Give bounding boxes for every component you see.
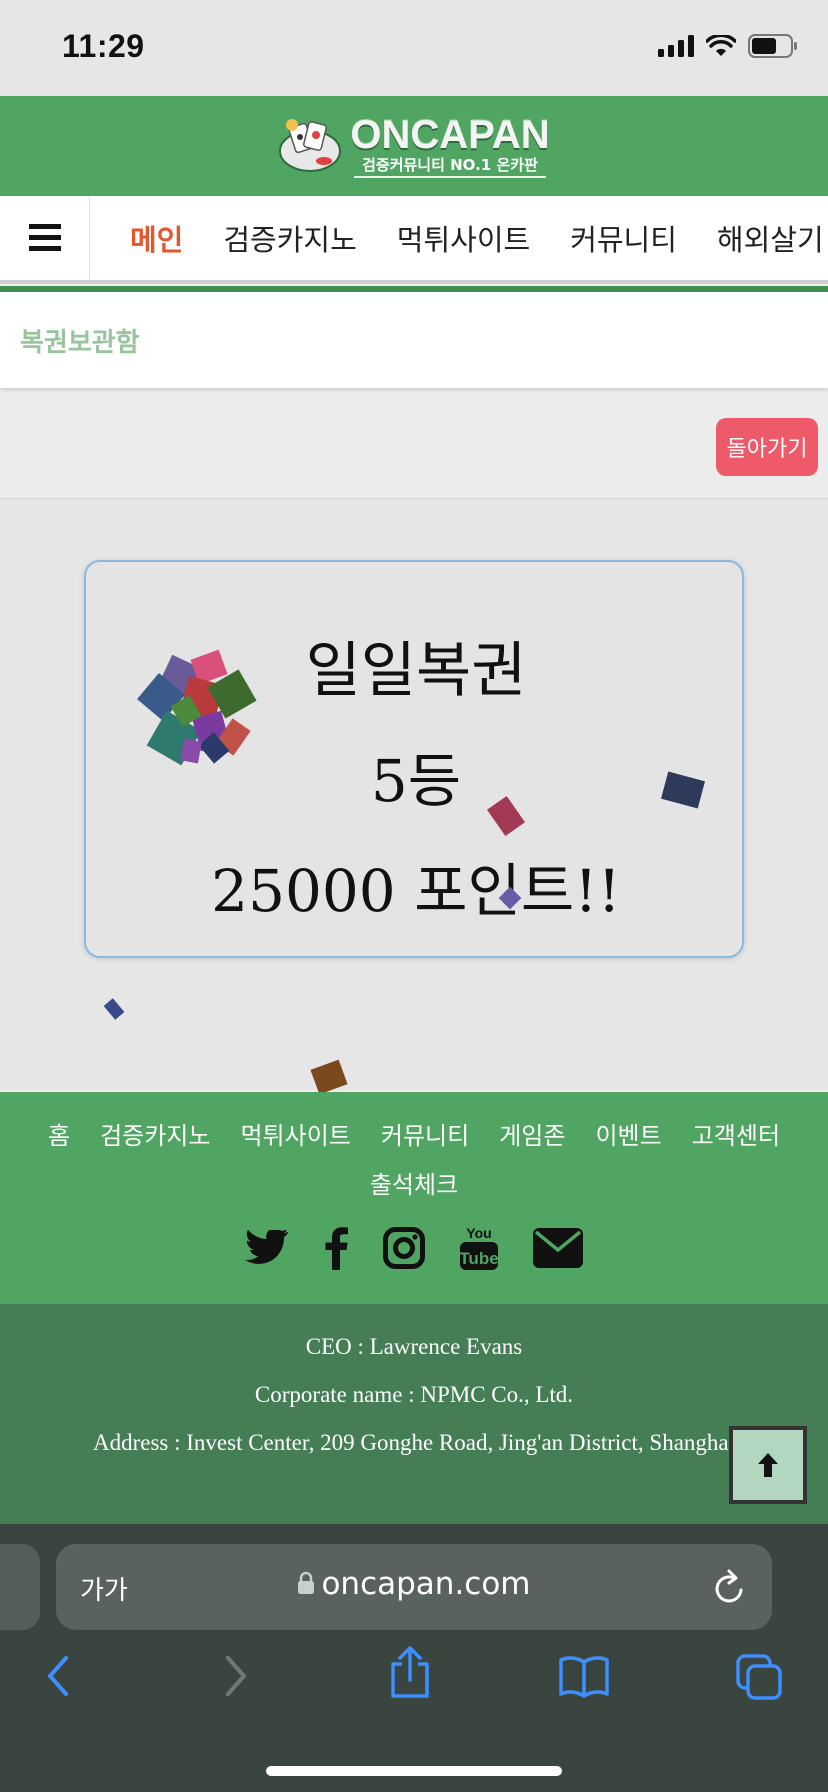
footer-link-attendance-check[interactable]: 출석체크 xyxy=(370,1165,458,1200)
facebook-icon[interactable] xyxy=(323,1226,349,1270)
bookmarks-icon[interactable] xyxy=(558,1654,610,1698)
nav-item-community[interactable]: 커뮤니티 xyxy=(570,217,677,259)
reload-icon[interactable] xyxy=(712,1568,748,1606)
hamburger-menu-button[interactable] xyxy=(0,196,90,280)
status-bar: 11:29 xyxy=(0,0,828,96)
url-text: oncapan.com xyxy=(56,1566,772,1602)
back-button[interactable]: 돌아가기 xyxy=(716,418,818,476)
footer-nav: 홈 검증카지노 먹튀사이트 커뮤니티 게임존 이벤트 고객센터 출석체크 You… xyxy=(0,1092,828,1304)
social-links: You Tube xyxy=(0,1224,828,1272)
svg-text:Tube: Tube xyxy=(459,1249,498,1268)
status-icons xyxy=(658,34,798,58)
footer-link-game-zone[interactable]: 게임존 xyxy=(499,1116,565,1151)
lottery-prize: 25000 포인트!! xyxy=(211,857,621,925)
scroll-to-top-button[interactable] xyxy=(729,1426,807,1504)
site-header: ONCAPAN 검증커뮤니티 NO.1 온카판 xyxy=(0,96,828,196)
footer-links: 홈 검증카지노 먹튀사이트 커뮤니티 게임존 이벤트 고객센터 출석체크 xyxy=(0,1116,828,1200)
lottery-result-card: 일일복권 5등 25000 포인트!! xyxy=(84,560,744,958)
nav-item-living-abroad[interactable]: 해외살기 xyxy=(717,217,824,259)
footer-link-verified-casino[interactable]: 검증카지노 xyxy=(100,1116,210,1151)
footer-link-customer-center[interactable]: 고객센터 xyxy=(692,1116,780,1151)
main-nav: 메인 검증카지노 먹튀사이트 커뮤니티 해외살기 xyxy=(0,196,828,284)
previous-tab-preview[interactable] xyxy=(0,1544,40,1630)
instagram-icon[interactable] xyxy=(383,1227,425,1269)
card-chips-logo-icon xyxy=(279,119,342,172)
cellular-signal-icon xyxy=(658,35,694,57)
logo-text: ONCAPAN xyxy=(350,113,550,157)
lock-icon xyxy=(298,1571,315,1594)
page-title-bar: 복권보관함 xyxy=(0,292,828,388)
wifi-icon xyxy=(706,35,736,56)
logo-subtitle: 검증커뮤니티 NO.1 온카판 xyxy=(354,156,546,178)
svg-text:You: You xyxy=(466,1225,491,1241)
nav-item-scam-sites[interactable]: 먹튀사이트 xyxy=(397,217,530,259)
hamburger-icon xyxy=(28,224,61,251)
browser-toolbar xyxy=(0,1646,828,1718)
footer-link-home[interactable]: 홈 xyxy=(48,1116,70,1151)
lottery-title: 일일복권 xyxy=(305,636,527,706)
youtube-icon[interactable]: You Tube xyxy=(459,1224,499,1272)
page-title: 복권보관함 xyxy=(20,328,140,358)
address-info: Address : Invest Center, 209 Gonghe Road… xyxy=(92,1430,735,1455)
share-icon[interactable] xyxy=(388,1646,432,1698)
mail-icon[interactable] xyxy=(533,1228,583,1268)
nav-item-main[interactable]: 메인 xyxy=(130,217,183,259)
tabs-icon[interactable] xyxy=(736,1654,784,1702)
ceo-info: CEO : Lawrence Evans xyxy=(305,1334,523,1359)
address-bar[interactable]: 가가 oncapan.com xyxy=(56,1544,772,1630)
footer-company-info: CEO : Lawrence Evans Corporate name : NP… xyxy=(0,1304,828,1524)
corporate-name-info: Corporate name : NPMC Co., Ltd. xyxy=(254,1382,574,1407)
home-indicator xyxy=(266,1766,562,1776)
url-label: oncapan.com xyxy=(321,1566,531,1602)
footer-link-community[interactable]: 커뮤니티 xyxy=(381,1116,469,1151)
browser-bottom-bar: 가가 oncapan.com xyxy=(0,1524,828,1792)
back-arrow-icon[interactable] xyxy=(44,1654,72,1698)
forward-arrow-icon[interactable] xyxy=(222,1654,250,1698)
footer-link-events[interactable]: 이벤트 xyxy=(595,1116,661,1151)
nav-items: 메인 검증카지노 먹튀사이트 커뮤니티 해외살기 xyxy=(90,217,824,259)
twitter-icon[interactable] xyxy=(245,1230,289,1266)
oncapan-logo[interactable]: ONCAPAN 검증커뮤니티 NO.1 온카판 xyxy=(278,113,550,178)
nav-item-verified-casino[interactable]: 검증카지노 xyxy=(223,217,356,259)
arrow-up-icon xyxy=(758,1453,778,1477)
battery-icon xyxy=(748,34,797,58)
footer-link-scam-sites[interactable]: 먹튀사이트 xyxy=(240,1116,350,1151)
status-time: 11:29 xyxy=(62,28,145,64)
lottery-rank: 5등 xyxy=(370,747,462,815)
